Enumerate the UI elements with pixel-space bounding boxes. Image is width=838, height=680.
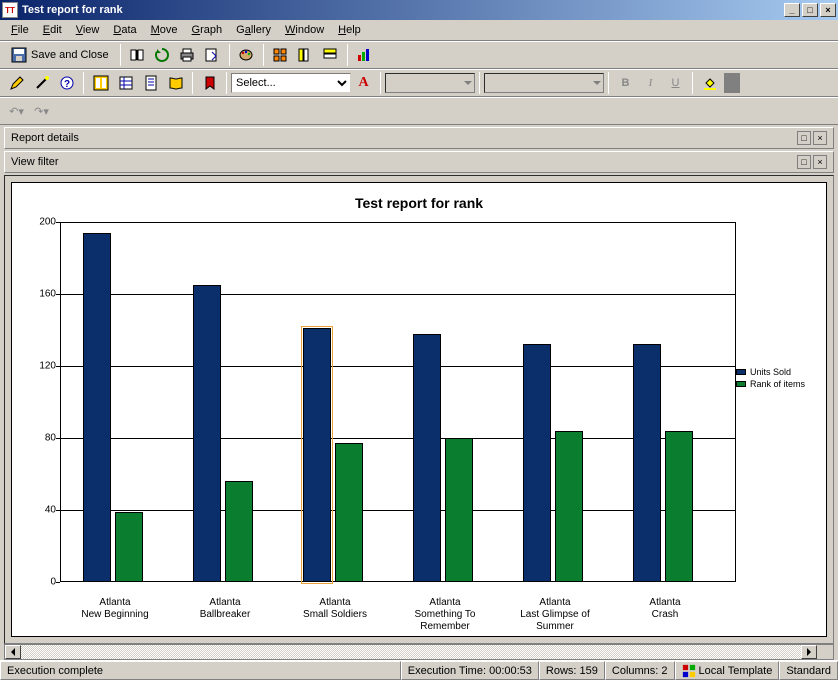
x-tick-label: AtlantaSomething ToRemember	[390, 597, 500, 633]
status-columns: Columns: 2	[605, 661, 675, 680]
scroll-right-button[interactable]	[801, 645, 817, 659]
style-select[interactable]: Select...	[231, 73, 351, 93]
redo-button[interactable]: ↷▾	[30, 100, 53, 122]
legend-item: Rank of items	[736, 379, 816, 389]
bar-0-4[interactable]	[523, 344, 551, 582]
x-tick-label: AtlantaCrash	[610, 597, 720, 633]
svg-text:?: ?	[63, 79, 69, 90]
toolbar-3: ↶▾ ↷▾	[0, 97, 838, 125]
print-icon[interactable]	[176, 44, 199, 66]
y-tick-label: 160	[22, 289, 56, 300]
grid-icon[interactable]	[269, 44, 292, 66]
x-tick-label: AtlantaNew Beginning	[60, 597, 170, 633]
status-bar: Execution complete Execution Time: 00:00…	[0, 660, 838, 680]
bar-0-5[interactable]	[633, 344, 661, 582]
bar-1-0[interactable]	[115, 512, 143, 582]
menu-help[interactable]: HelpHelp	[331, 22, 368, 38]
fill-color-icon[interactable]	[698, 72, 721, 94]
x-tick-label: AtlantaBallbreaker	[170, 597, 280, 633]
title-bar: TT Test report for rank _ □ ×	[0, 0, 838, 20]
x-tick-label: AtlantaSmall Soldiers	[280, 597, 390, 633]
y-tick-label: 0	[22, 577, 56, 588]
bold-button[interactable]: B	[614, 72, 637, 94]
book-open-icon[interactable]	[164, 72, 187, 94]
scroll-corner	[817, 645, 833, 659]
palette-icon[interactable]	[235, 44, 258, 66]
menu-window[interactable]: WindowWindow	[278, 22, 331, 38]
chart-plot-area[interactable]: 04080120160200AtlantaNew BeginningAtlant…	[22, 217, 736, 587]
bar-1-5[interactable]	[665, 431, 693, 582]
menu-view[interactable]: ViewView	[69, 22, 107, 38]
refresh-icon[interactable]	[151, 44, 174, 66]
horizontal-scrollbar[interactable]	[4, 644, 834, 660]
toolbar-1: Save and Close	[0, 41, 838, 69]
view-filter-panel[interactable]: View filter □ ×	[4, 151, 834, 173]
y-tick-label: 200	[22, 217, 56, 228]
scroll-track[interactable]	[21, 645, 801, 659]
underline-button[interactable]: U	[664, 72, 687, 94]
report-details-panel[interactable]: Report details □ ×	[4, 127, 834, 149]
status-exec-time: Execution Time: 00:00:53	[401, 661, 539, 680]
pencil-icon[interactable]	[5, 72, 28, 94]
bar-1-1[interactable]	[225, 481, 253, 582]
bar-0-2[interactable]	[303, 328, 331, 582]
app-icon: TT	[2, 2, 18, 18]
legend-item: Units Sold	[736, 367, 816, 377]
chart-bar-icon[interactable]	[353, 44, 376, 66]
panel-close-icon[interactable]: ×	[813, 131, 827, 145]
save-and-close-button[interactable]: Save and Close	[4, 44, 116, 66]
menu-bar: FFileile EditEdit ViewView DataData Move…	[0, 20, 838, 41]
insert-column-icon[interactable]	[294, 44, 317, 66]
report-icon[interactable]	[139, 72, 162, 94]
bar-1-3[interactable]	[445, 438, 473, 582]
view-filter-label: View filter	[11, 156, 795, 168]
status-message: Execution complete	[0, 661, 401, 680]
menu-move[interactable]: MoveMove	[144, 22, 185, 38]
y-tick-label: 120	[22, 361, 56, 372]
panel-maximize-icon[interactable]: □	[797, 155, 811, 169]
chart-legend: Units Sold Rank of items	[736, 217, 816, 587]
font-icon[interactable]: A	[352, 72, 375, 94]
y-tick-label: 40	[22, 505, 56, 516]
status-rows: Rows: 159	[539, 661, 605, 680]
color-swatch[interactable]	[723, 72, 741, 94]
bar-1-4[interactable]	[555, 431, 583, 582]
datasheet-icon[interactable]	[114, 72, 137, 94]
x-tick-label: AtlantaLast Glimpse ofSummer	[500, 597, 610, 633]
bar-0-1[interactable]	[193, 285, 221, 582]
status-template: Local Template	[675, 661, 780, 680]
status-mode: Standard	[779, 661, 838, 680]
menu-data[interactable]: DataData	[106, 22, 143, 38]
toolbar-2: ? Select... A B I U	[0, 69, 838, 97]
menu-edit[interactable]: EditEdit	[36, 22, 69, 38]
y-tick-label: 80	[22, 433, 56, 444]
menu-graph[interactable]: GraphGraph	[185, 22, 230, 38]
insert-row-icon[interactable]	[319, 44, 342, 66]
panel-maximize-icon[interactable]: □	[797, 131, 811, 145]
maximize-button[interactable]: □	[802, 3, 818, 17]
report-details-label: Report details	[11, 132, 795, 144]
bar-0-3[interactable]	[413, 334, 441, 582]
menu-file[interactable]: FFileile	[4, 22, 36, 38]
bookmark-icon[interactable]	[198, 72, 221, 94]
chart-container: Test report for rank 0 40 80 120 160 200 Atlan…	[4, 175, 834, 644]
font-size-select[interactable]	[484, 73, 604, 93]
help-icon[interactable]: ?	[55, 72, 78, 94]
window-title: Test report for rank	[22, 4, 782, 16]
close-button[interactable]: ×	[820, 3, 836, 17]
chart-title: Test report for rank	[12, 195, 826, 211]
menu-gallery[interactable]: GalleryGallery	[229, 22, 278, 38]
minimize-button[interactable]: _	[784, 3, 800, 17]
layout-icon[interactable]	[89, 72, 112, 94]
export-icon[interactable]	[201, 44, 224, 66]
font-family-select[interactable]	[385, 73, 475, 93]
panel-close-icon[interactable]: ×	[813, 155, 827, 169]
book-icon[interactable]	[126, 44, 149, 66]
bar-0-0[interactable]	[83, 233, 111, 582]
italic-button[interactable]: I	[639, 72, 662, 94]
bar-1-2[interactable]	[335, 443, 363, 582]
wizard-icon[interactable]	[30, 72, 53, 94]
scroll-left-button[interactable]	[5, 645, 21, 659]
undo-button[interactable]: ↶▾	[5, 100, 28, 122]
